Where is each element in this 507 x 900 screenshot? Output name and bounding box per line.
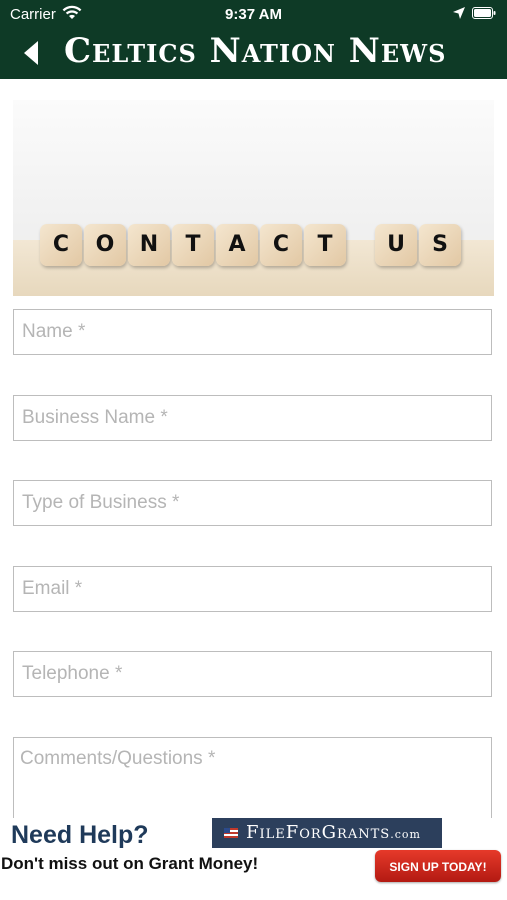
app-title: Celtics Nation News [64, 31, 447, 71]
ad-brand-name: FileForGrants [246, 822, 391, 843]
location-arrow-icon [453, 7, 465, 19]
contact-us-banner: C O N T A C T U S [13, 100, 494, 296]
letter-cube: U [375, 224, 417, 266]
business-name-input[interactable] [14, 396, 491, 440]
telephone-input[interactable] [14, 652, 491, 696]
letter-cube: O [84, 224, 126, 266]
status-bar: Carrier 9:37 AM [0, 0, 507, 28]
letter-cube: A [216, 224, 258, 266]
name-input[interactable] [14, 310, 491, 354]
letter-cube: C [40, 224, 82, 266]
sign-up-button[interactable]: SIGN UP TODAY! [375, 850, 501, 882]
letter-cube: T [304, 224, 346, 266]
letter-cube: C [260, 224, 302, 266]
name-field[interactable] [13, 309, 492, 355]
back-arrow-icon[interactable] [20, 38, 44, 68]
ad-brand-domain: .com [390, 828, 421, 841]
navigation-bar: Celtics Nation News [0, 28, 507, 79]
ad-brand-logo: FileForGrants.com [212, 818, 442, 848]
ad-subline: Don't miss out on Grant Money! [1, 854, 259, 873]
letter-cubes: C O N T A C T U S [13, 224, 494, 268]
email-input[interactable] [14, 567, 491, 611]
telephone-field[interactable] [13, 651, 492, 697]
letter-cube: S [419, 224, 461, 266]
letter-cube: T [172, 224, 214, 266]
letter-cube: N [128, 224, 170, 266]
ad-brand-wordmark: FileForGrants.com [246, 822, 421, 843]
us-flag-icon [224, 828, 238, 838]
status-time: 9:37 AM [225, 6, 282, 23]
business-type-input[interactable] [14, 481, 491, 525]
battery-icon [472, 7, 496, 19]
business-type-field[interactable] [13, 480, 492, 526]
ad-banner[interactable]: Need Help? Don't miss out on Grant Money… [0, 818, 507, 900]
ad-headline: Need Help? [11, 821, 149, 849]
email-field[interactable] [13, 566, 492, 612]
business-name-field[interactable] [13, 395, 492, 441]
